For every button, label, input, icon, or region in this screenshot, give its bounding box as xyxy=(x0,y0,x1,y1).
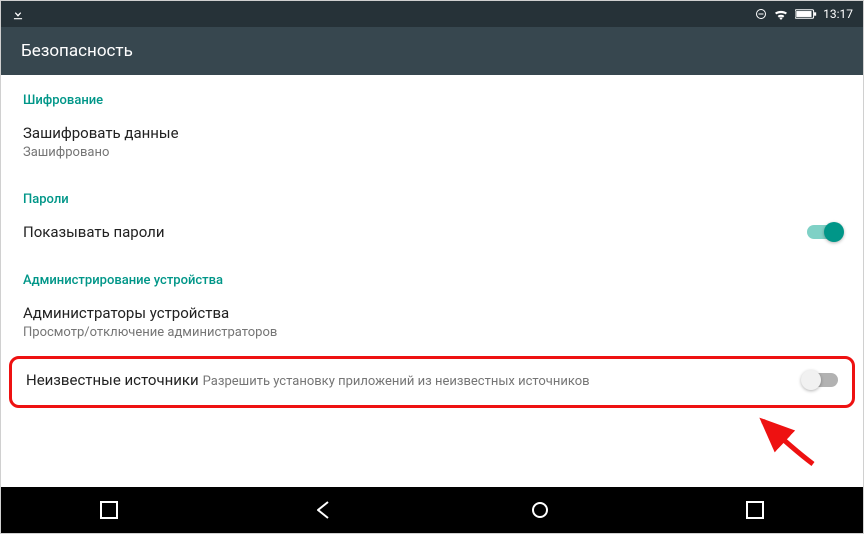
download-icon xyxy=(11,7,25,21)
titlebar: Безопасность xyxy=(1,27,863,75)
row-subtitle: Зашифровано xyxy=(23,144,179,162)
dnd-icon xyxy=(755,8,767,20)
switch-show-passwords[interactable] xyxy=(807,225,841,239)
battery-icon xyxy=(795,8,817,20)
device-screen: 13:17 Безопасность Шифрование Зашифроват… xyxy=(0,0,864,534)
wifi-icon xyxy=(773,8,789,20)
row-title: Администраторы устройства xyxy=(23,302,277,324)
section-header-device-admin: Администрирование устройства xyxy=(1,255,863,296)
row-subtitle: Просмотр/отключение администраторов xyxy=(23,324,277,342)
row-show-passwords[interactable]: Показывать пароли xyxy=(1,215,863,255)
nav-home-button[interactable] xyxy=(512,487,568,533)
navbar xyxy=(1,487,863,533)
section-header-passwords: Пароли xyxy=(1,174,863,215)
nav-recent-button[interactable] xyxy=(81,487,137,533)
switch-unknown-sources[interactable] xyxy=(804,373,838,387)
statusbar: 13:17 xyxy=(1,1,863,27)
nav-back-button[interactable] xyxy=(296,487,352,533)
row-subtitle: Разрешить установку приложений из неизве… xyxy=(203,374,590,389)
clock: 13:17 xyxy=(823,7,853,21)
row-device-admins[interactable]: Администраторы устройства Просмотр/отклю… xyxy=(1,296,863,354)
page-title: Безопасность xyxy=(21,41,133,61)
settings-content: Шифрование Зашифровать данные Зашифрован… xyxy=(1,75,863,489)
section-header-encryption: Шифрование xyxy=(1,75,863,116)
row-unknown-sources[interactable]: Неизвестные источники Разрешить установк… xyxy=(9,356,855,408)
nav-overview-button[interactable] xyxy=(727,487,783,533)
row-title: Зашифровать данные xyxy=(23,122,179,144)
row-title: Неизвестные источники xyxy=(26,371,199,389)
row-encrypt-device[interactable]: Зашифровать данные Зашифровано xyxy=(1,116,863,174)
row-title: Показывать пароли xyxy=(23,221,165,243)
